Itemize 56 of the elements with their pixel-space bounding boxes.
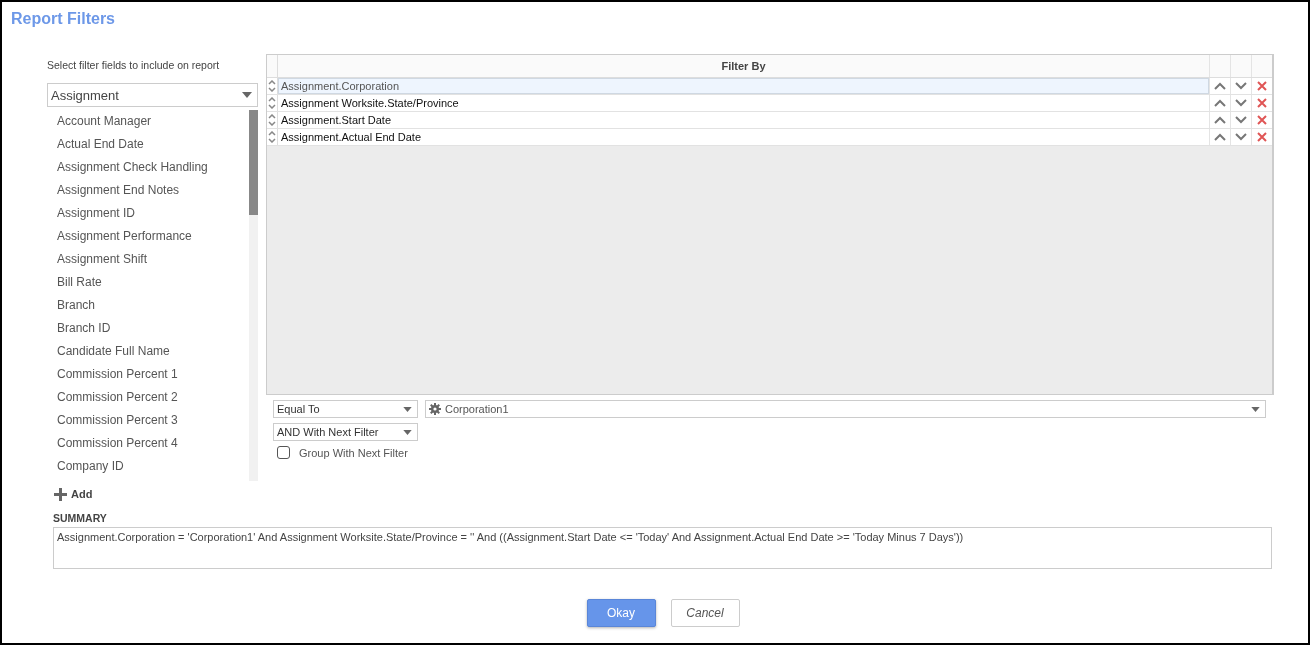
dropdown-caret-icon: [1251, 406, 1260, 412]
field-list-item[interactable]: Commission Percent 1: [57, 363, 249, 386]
field-list-item[interactable]: Assignment Shift: [57, 248, 249, 271]
gear-icon: [429, 403, 441, 415]
reorder-handle-icon[interactable]: [268, 80, 276, 92]
field-list-item[interactable]: Commission Percent 4: [57, 432, 249, 455]
filter-row[interactable]: Assignment.Start Date: [278, 112, 1209, 128]
filter-row[interactable]: Assignment.Actual End Date: [278, 129, 1209, 145]
field-list-item[interactable]: Branch: [57, 294, 249, 317]
reorder-handle-icon[interactable]: [268, 97, 276, 109]
reorder-handle-icon[interactable]: [268, 131, 276, 143]
field-list-item[interactable]: Bill Rate: [57, 271, 249, 294]
cancel-button[interactable]: Cancel: [670, 599, 740, 627]
delete-icon[interactable]: [1257, 81, 1267, 91]
move-up-icon[interactable]: [1214, 116, 1226, 124]
scrollbar-thumb[interactable]: [249, 110, 258, 215]
value-dropdown[interactable]: Corporation1: [425, 400, 1266, 418]
instruction-text: Select filter fields to include on report: [47, 59, 221, 73]
field-list-item[interactable]: Assignment End Notes: [57, 179, 249, 202]
dropdown-caret-icon: [403, 406, 412, 412]
plus-icon: [54, 487, 67, 501]
filter-row[interactable]: Assignment Worksite.State/Province: [278, 95, 1209, 111]
conjunction-dropdown[interactable]: AND With Next Filter: [273, 423, 418, 441]
dropdown-caret-icon: [403, 429, 412, 435]
move-down-icon[interactable]: [1235, 99, 1247, 107]
delete-icon[interactable]: [1257, 132, 1267, 142]
move-up-icon[interactable]: [1214, 133, 1226, 141]
field-list-item[interactable]: Assignment Check Handling: [57, 156, 249, 179]
field-list-item[interactable]: Actual End Date: [57, 133, 249, 156]
move-up-icon[interactable]: [1214, 99, 1226, 107]
dropdown-caret-icon: [242, 92, 252, 98]
field-list-item[interactable]: Commission Percent 3: [57, 409, 249, 432]
field-list-item[interactable]: Assignment Performance: [57, 225, 249, 248]
field-list-item[interactable]: Candidate Full Name: [57, 340, 249, 363]
field-list-item[interactable]: Branch ID: [57, 317, 249, 340]
category-dropdown[interactable]: Assignment: [47, 83, 258, 107]
add-button[interactable]: Add: [54, 486, 93, 502]
delete-icon[interactable]: [1257, 98, 1267, 108]
filter-row[interactable]: Assignment.Corporation: [278, 78, 1209, 94]
move-up-icon[interactable]: [1214, 82, 1226, 90]
move-down-icon[interactable]: [1235, 82, 1247, 90]
summary-text-box: Assignment.Corporation = 'Corporation1' And Assignment Worksite.State/Province = '' And ((Assignment.Start Date <= 'Today' And Assignment.Actual End Date >= 'Today Minus 7 Days')): [53, 527, 1272, 569]
field-list-item[interactable]: Company ID: [57, 455, 249, 478]
reorder-handle-icon[interactable]: [268, 114, 276, 126]
move-down-icon[interactable]: [1235, 133, 1247, 141]
move-down-icon[interactable]: [1235, 116, 1247, 124]
field-list-item[interactable]: Assignment ID: [57, 202, 249, 225]
delete-icon[interactable]: [1257, 115, 1267, 125]
operator-dropdown[interactable]: Equal To: [273, 400, 418, 418]
column-header: Filter By: [720, 59, 767, 74]
summary-label: SUMMARY: [53, 512, 108, 524]
checkbox-label: Group With Next Filter: [299, 446, 408, 459]
field-list-item[interactable]: Commission Percent 2: [57, 386, 249, 409]
field-list-item[interactable]: Account Manager: [57, 110, 249, 133]
checkbox[interactable]: [277, 446, 290, 459]
dialog-title: Report Filters: [11, 10, 116, 29]
